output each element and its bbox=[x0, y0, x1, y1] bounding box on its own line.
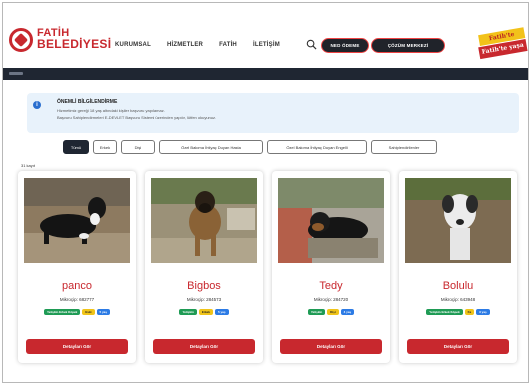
nav-hizmetler[interactable]: HİZMETLER bbox=[167, 42, 203, 48]
search-icon[interactable] bbox=[306, 39, 317, 50]
filter-all[interactable]: Tümü bbox=[63, 140, 89, 154]
tag-gender: Erkek bbox=[198, 309, 213, 315]
pet-photo[interactable] bbox=[405, 178, 511, 263]
details-button[interactable]: Detayları Gör bbox=[280, 339, 382, 354]
logo-line-2: BELEDİYESİ bbox=[37, 37, 112, 51]
filter-special-care-sick[interactable]: Özel Bakıma İhtiyaç Duyan Hasta bbox=[159, 140, 263, 154]
pet-photo[interactable] bbox=[24, 178, 130, 263]
pet-name[interactable]: panco bbox=[18, 280, 136, 292]
pet-card[interactable]: Bigbos Mikroçip: 284573 Yetişkin Erkek 5… bbox=[145, 171, 263, 363]
tag-gender: Dişi bbox=[327, 309, 339, 315]
tag-age: 4 yaş bbox=[340, 309, 355, 315]
info-icon: i bbox=[33, 101, 41, 109]
info-title: ÖNEMLİ BİLGİLENDİRME bbox=[57, 99, 118, 105]
pet-photo[interactable] bbox=[278, 178, 384, 263]
pet-tags: Yetişkin Erkek 5 yaş bbox=[145, 309, 263, 315]
info-line-1: Hizmetimiz gereği 18 yaş altındaki kişil… bbox=[57, 108, 165, 113]
tag-category: Yetişkin Erkek Köpek bbox=[426, 309, 463, 315]
tag-category: Yetişkin bbox=[307, 309, 326, 315]
filter-special-care-disabled[interactable]: Özel Bakıma İhtiyaç Duyan Engelli bbox=[267, 140, 367, 154]
pet-card[interactable]: Tedy Mikroçip: 284720 Yetişkin Dişi 4 ya… bbox=[272, 171, 390, 363]
filter-male[interactable]: Erkek bbox=[93, 140, 117, 154]
details-button[interactable]: Detayları Gör bbox=[26, 339, 128, 354]
pet-photo[interactable] bbox=[151, 178, 257, 263]
pet-microchip: Mikroçip: 643948 bbox=[440, 297, 476, 302]
pet-tags: Yetişkin Dişi 4 yaş bbox=[272, 309, 390, 315]
tag-category: Yetişkin Erkek Köpek bbox=[43, 309, 81, 315]
nav-fatih[interactable]: FATİH bbox=[219, 42, 237, 48]
pet-microchip: Mikroçip: 284573 bbox=[186, 297, 222, 302]
pet-tags: Yetişkin Erkek Köpek Eski 5 yaş bbox=[18, 309, 136, 315]
pet-card[interactable]: Bolulu Mikroçip: 643948 Yetişkin Erkek K… bbox=[399, 171, 517, 363]
main-nav: KURUMSAL HİZMETLER FATİH İLETİŞİM bbox=[115, 42, 280, 48]
pet-microchip: Mikroçip: 284720 bbox=[313, 297, 349, 302]
breadcrumb-bar bbox=[3, 68, 528, 80]
info-line-2: Başvuru Sahiplendirmeleri E-DEVLET Başvu… bbox=[57, 115, 217, 120]
campaign-badge-logo[interactable]: Fatih'te Fatih'te yaşa bbox=[475, 23, 528, 65]
browser-frame: FATİH BELEDİYESİ KURUMSAL HİZMETLER FATİ… bbox=[2, 2, 529, 383]
pet-card[interactable]: panco Mikroçip: 682777 Yetişkin Erkek Kö… bbox=[18, 171, 136, 363]
pet-name[interactable]: Bigbos bbox=[145, 280, 263, 292]
site-header: FATİH BELEDİYESİ KURUMSAL HİZMETLER FATİ… bbox=[3, 3, 528, 67]
breadcrumb[interactable] bbox=[9, 72, 23, 75]
nav-iletisim[interactable]: İLETİŞİM bbox=[253, 42, 280, 48]
filter-adopted[interactable]: Sahiplendirilenler bbox=[371, 140, 437, 154]
ned-odeme-button[interactable]: NED ÖDEME bbox=[321, 38, 369, 53]
tag-gender: Fa bbox=[464, 309, 475, 315]
tag-gender: Eski bbox=[82, 309, 95, 315]
tag-age: 5 yaş bbox=[215, 309, 229, 315]
tag-age: 5 yaş bbox=[96, 309, 111, 315]
details-button[interactable]: Detayları Gör bbox=[153, 339, 255, 354]
pet-microchip: Mikroçip: 682777 bbox=[59, 297, 95, 302]
tag-category: Yetişkin bbox=[179, 309, 197, 315]
pet-name[interactable]: Tedy bbox=[272, 280, 390, 292]
details-button[interactable]: Detayları Gör bbox=[407, 339, 509, 354]
pet-name[interactable]: Bolulu bbox=[399, 280, 517, 292]
important-info-box: i ÖNEMLİ BİLGİLENDİRME Hizmetimiz gereği… bbox=[27, 93, 519, 133]
tag-age: 3 yaş bbox=[476, 309, 490, 315]
pet-tags: Yetişkin Erkek Köpek Fa 3 yaş bbox=[399, 309, 517, 315]
fatih-logo[interactable]: FATİH BELEDİYESİ bbox=[9, 25, 113, 55]
filter-bar: Tümü Erkek Dişi Özel Bakıma İhtiyaç Duya… bbox=[63, 140, 437, 154]
emblem-icon bbox=[9, 28, 33, 52]
filter-female[interactable]: Dişi bbox=[121, 140, 155, 154]
cozum-merkezi-button[interactable]: ÇÖZÜM MERKEZİ bbox=[371, 38, 445, 53]
result-count: 31 kayıt bbox=[21, 163, 36, 168]
nav-kurumsal[interactable]: KURUMSAL bbox=[115, 42, 151, 48]
